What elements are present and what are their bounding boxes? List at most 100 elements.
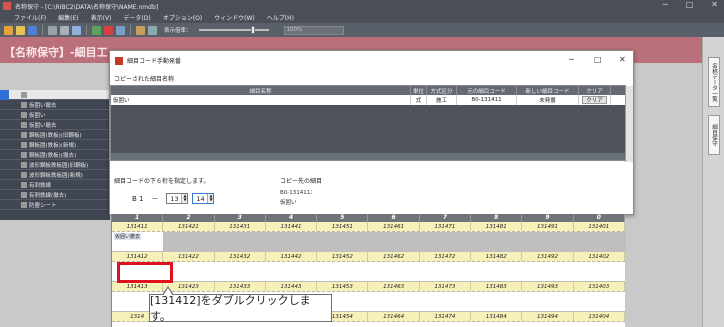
spinner-arrows-icon[interactable]: ▲ ▼ [207, 194, 214, 203]
grid-cell[interactable]: 131462 [368, 252, 420, 261]
grid-cell[interactable]: 131472 [420, 252, 472, 261]
new-icon[interactable] [4, 25, 13, 35]
list-item[interactable]: 鋼板囲(鉄板)(撤去) [0, 150, 110, 160]
row-selector[interactable] [0, 130, 9, 140]
grid-cell[interactable]: 131421 [163, 222, 215, 231]
grid-name-tag[interactable]: 仮囲い撤去 [114, 233, 142, 240]
row-selector[interactable] [0, 170, 9, 180]
grid-cell[interactable]: 131474 [420, 312, 472, 321]
grid-cell[interactable]: 131432 [215, 252, 266, 261]
list-item[interactable]: 仮囲い [0, 110, 110, 120]
dialog-maximize-button[interactable]: □ [594, 55, 602, 64]
list-item[interactable]: 防塵シート [0, 200, 110, 210]
code-spinner-2[interactable]: 14 ▲ ▼ [192, 193, 215, 204]
grid-cell[interactable]: 131401 [574, 222, 625, 231]
grid-cell[interactable]: 131441 [266, 222, 318, 231]
grid-cell[interactable]: 131431 [215, 222, 266, 231]
row-selector[interactable] [0, 150, 9, 160]
row-selector[interactable] [0, 89, 9, 100]
grid-cell[interactable]: 131452 [317, 252, 369, 261]
grid-cell[interactable]: 131494 [522, 312, 574, 321]
row-selector[interactable] [0, 180, 9, 190]
grid-cell[interactable]: 131464 [368, 312, 420, 321]
menu-options[interactable]: オプション(O) [163, 13, 202, 22]
list-item[interactable] [0, 89, 110, 100]
grid-cell[interactable]: 131443 [266, 282, 318, 291]
list-item[interactable]: 有刺鉄線 [0, 180, 110, 190]
copy-icon[interactable] [60, 25, 69, 35]
list-item[interactable]: 鋼板囲(鉄板)(旧鋼板) [0, 130, 110, 140]
grid-cell[interactable]: 131483 [471, 282, 523, 291]
menu-view[interactable]: 表示(V) [91, 13, 112, 22]
row-selector[interactable] [0, 100, 9, 110]
grid-cell[interactable]: 131481 [471, 222, 523, 231]
list-item[interactable]: 波形鋼板鉄板囲(新規) [0, 170, 110, 180]
row-selector[interactable] [0, 140, 9, 150]
save-icon[interactable] [28, 25, 37, 35]
list-item[interactable]: 仮囲い撤去 [0, 120, 110, 130]
tab-name-data-list[interactable]: 名称データ一覧 [708, 57, 720, 107]
grid-name-band[interactable]: 仮囲い撤去 [112, 232, 626, 252]
list-item[interactable]: 仮囲い撤去 [0, 100, 110, 110]
maximize-button[interactable]: □ [686, 0, 694, 9]
grid-cell[interactable]: 131411 [112, 222, 164, 231]
grid-cell[interactable]: 131492 [522, 252, 574, 261]
table-row[interactable]: 仮囲い 式 施工 B0-131411 未発番 クリア [111, 95, 625, 105]
code-spinner-1[interactable]: 13 ▲ ▼ [166, 193, 189, 204]
print-icon[interactable] [136, 25, 145, 35]
preview-icon[interactable] [148, 25, 157, 35]
zoom-slider[interactable] [198, 26, 269, 34]
menu-edit[interactable]: 編集(E) [58, 13, 78, 22]
dialog-minimize-button[interactable]: ─ [569, 55, 574, 64]
grid-cell[interactable]: 131453 [317, 282, 369, 291]
vertical-scrollbar[interactable] [625, 86, 633, 162]
close-button[interactable]: ✕ [711, 0, 718, 9]
row-selector[interactable] [0, 190, 9, 200]
menu-data[interactable]: データ(D) [123, 13, 150, 22]
list-item[interactable]: 波形鋼板鉄板囲(旧鋼板) [0, 160, 110, 170]
row-selector[interactable] [0, 110, 9, 120]
dialog-close-button[interactable]: ✕ [619, 55, 626, 64]
row-selector[interactable] [0, 160, 9, 170]
minimize-button[interactable]: ─ [663, 0, 668, 9]
grid-cell-target[interactable]: 131412 [112, 252, 164, 261]
grid-cell[interactable]: 131413 [112, 282, 164, 291]
grid-cell[interactable]: 131493 [522, 282, 574, 291]
horizontal-scrollbar[interactable] [111, 153, 627, 160]
paste-icon[interactable] [72, 25, 81, 35]
grid-cell[interactable]: 131463 [368, 282, 420, 291]
list-item[interactable]: 鋼板囲(鉄板)(新規) [0, 140, 110, 150]
grid-cell[interactable]: 131491 [522, 222, 574, 231]
grid-cell[interactable]: 131442 [266, 252, 318, 261]
row-selector[interactable] [0, 120, 9, 130]
open-folder-icon[interactable] [16, 25, 25, 35]
menu-file[interactable]: ファイル(F) [14, 13, 46, 22]
grid-cell[interactable]: 131473 [420, 282, 472, 291]
list-item[interactable]: 有刺鉄線(撤去) [0, 190, 110, 200]
menu-help[interactable]: ヘルプ(H) [267, 13, 294, 22]
grid-cell[interactable]: 131471 [420, 222, 472, 231]
grid-cell[interactable]: 131404 [574, 312, 625, 321]
tab-item-maintenance[interactable]: 細目保守 [708, 115, 720, 155]
grid-cell[interactable]: 131451 [317, 222, 369, 231]
delete-icon[interactable] [104, 25, 113, 35]
zoom-combo[interactable]: 100% [283, 25, 344, 35]
zoom-slider-knob[interactable] [250, 26, 255, 34]
spinner-2-value[interactable]: 14 [193, 195, 207, 203]
spinner-1-value[interactable]: 13 [167, 195, 181, 203]
grid-cell[interactable]: 131422 [163, 252, 215, 261]
row-selector[interactable] [0, 200, 9, 210]
clear-button[interactable]: クリア [582, 96, 607, 104]
grid-cell[interactable]: 131433 [215, 282, 266, 291]
grid-cell[interactable]: 131403 [574, 282, 625, 291]
grid-cell[interactable]: 131482 [471, 252, 523, 261]
grid-cell[interactable]: 131402 [574, 252, 625, 261]
menu-window[interactable]: ウィンドウ(W) [214, 13, 255, 22]
grid-name-band[interactable] [112, 262, 625, 282]
spinner-arrows-icon[interactable]: ▲ ▼ [181, 194, 188, 203]
add-icon[interactable] [92, 25, 101, 35]
grid-cell[interactable]: 131484 [471, 312, 523, 321]
grid-icon[interactable] [116, 25, 125, 35]
cut-icon[interactable] [48, 25, 57, 35]
grid-cell[interactable]: 131461 [368, 222, 420, 231]
